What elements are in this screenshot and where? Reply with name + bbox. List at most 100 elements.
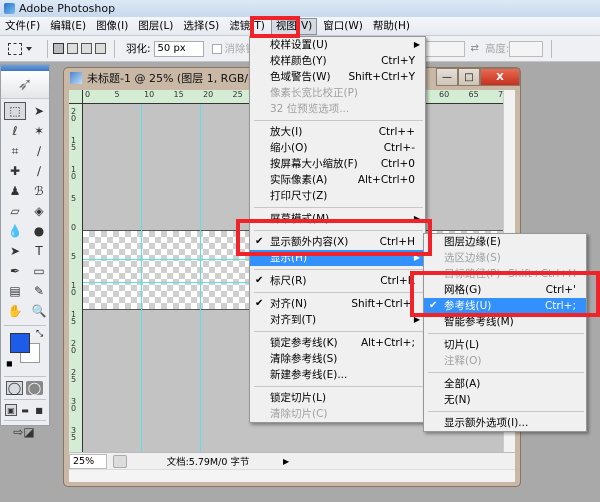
menu-5[interactable]: 滤镜(T): [224, 17, 270, 36]
lasso-icon[interactable]: ℓ: [4, 122, 26, 140]
mask-mode-group: ◯ ◯: [1, 379, 49, 397]
history-brush-icon[interactable]: ℬ: [28, 182, 50, 200]
color-swatches: ⤡ ◼: [4, 329, 46, 373]
marquee-icon[interactable]: ⬚: [4, 102, 26, 120]
menu-item[interactable]: 按屏幕大小缩放(F) Ctrl+0: [250, 156, 425, 172]
add-selection-mode-button[interactable]: [67, 43, 78, 54]
menu-8[interactable]: 帮助(H): [368, 17, 415, 36]
blur-icon[interactable]: 💧: [4, 222, 26, 240]
feather-logo-icon[interactable]: ➶: [1, 71, 49, 99]
menu-item[interactable]: 像素长宽比校正(P): [250, 85, 425, 101]
menu-item[interactable]: 选区边缘(S): [424, 250, 586, 266]
ruler-origin[interactable]: [69, 90, 83, 104]
photoshop-logo-icon: [4, 3, 15, 14]
slice-icon[interactable]: ∕: [28, 142, 50, 160]
menu-item-label: 校样设置(U): [270, 39, 328, 51]
notes-icon[interactable]: ▤: [4, 282, 26, 300]
menu-item[interactable]: 清除参考线(S): [250, 351, 425, 367]
jump-to-imageready-icon[interactable]: ⇨◪: [6, 425, 42, 439]
menu-item[interactable]: 注释(O): [424, 353, 586, 369]
menu-1[interactable]: 编辑(E): [45, 17, 91, 36]
foreground-color-swatch[interactable]: [10, 333, 30, 353]
menu-item[interactable]: 切片(L): [424, 337, 586, 353]
menu-item[interactable]: 屏幕模式(M) ▶: [250, 211, 425, 227]
menu-item[interactable]: 智能参考线(M): [424, 314, 586, 330]
quick-mask-icon[interactable]: ◯: [26, 381, 43, 395]
menu-item[interactable]: 无(N): [424, 392, 586, 408]
height-input[interactable]: [509, 40, 544, 57]
magic-wand-icon[interactable]: ✶: [28, 122, 50, 140]
dodge-icon[interactable]: ●: [28, 222, 50, 240]
shape-icon[interactable]: ▭: [28, 262, 50, 280]
menu-item[interactable]: 显示(H) ▶: [250, 250, 425, 266]
antialias-checkbox[interactable]: [211, 43, 222, 54]
swap-dimensions-icon[interactable]: ⇄: [471, 43, 479, 54]
pen-icon[interactable]: ✒: [4, 262, 26, 280]
menu-item[interactable]: 锁定切片(L): [250, 390, 425, 406]
status-options-icon[interactable]: [113, 454, 127, 468]
maximize-button[interactable]: □: [458, 68, 480, 86]
menu-2[interactable]: 图像(I): [91, 17, 133, 36]
width-input[interactable]: [424, 40, 465, 57]
menu-item[interactable]: 图层边缘(E): [424, 234, 586, 250]
menu-item[interactable]: 新建参考线(E)...: [250, 367, 425, 383]
path-selection-icon[interactable]: ➤: [4, 242, 26, 260]
intersect-selection-mode-button[interactable]: [95, 43, 106, 54]
menu-3[interactable]: 图层(L): [133, 17, 178, 36]
standard-mode-icon[interactable]: ◯: [6, 381, 23, 395]
vertical-ruler[interactable]: 2 0 1 5 1 0 5 0 5 1 0 1 5 2 0 2 5 3 0 3 5: [69, 104, 83, 452]
guide-vertical[interactable]: [200, 104, 201, 452]
healing-brush-icon[interactable]: ✚: [4, 162, 26, 180]
status-menu-arrow-icon[interactable]: ▶: [283, 457, 293, 466]
close-button[interactable]: X: [480, 68, 520, 86]
menu-item[interactable]: 对齐到(T) ▶: [250, 312, 425, 328]
swap-colors-icon[interactable]: ⤡: [36, 329, 43, 339]
menu-item[interactable]: 校样设置(U) ▶: [250, 37, 425, 53]
menu-4[interactable]: 选择(S): [178, 17, 224, 36]
brush-icon[interactable]: ∕: [28, 162, 50, 180]
menu-item[interactable]: 放大(I) Ctrl++: [250, 124, 425, 140]
full-screen-icon[interactable]: ■: [33, 404, 45, 416]
menu-item[interactable]: 全部(A): [424, 376, 586, 392]
menu-item[interactable]: 缩小(O) Ctrl+-: [250, 140, 425, 156]
menu-item-shortcut: Ctrl+;: [544, 300, 576, 312]
minimize-button[interactable]: —: [436, 68, 458, 86]
menu-item[interactable]: 实际像素(A) Alt+Ctrl+0: [250, 172, 425, 188]
hand-icon[interactable]: ✋: [4, 302, 26, 320]
clone-stamp-icon[interactable]: ♟: [4, 182, 26, 200]
default-colors-icon[interactable]: ◼: [6, 359, 13, 368]
menu-item[interactable]: 32 位预览选项...: [250, 101, 425, 117]
chevron-down-icon[interactable]: [26, 46, 32, 51]
paint-bucket-icon[interactable]: ◈: [28, 202, 50, 220]
menu-item[interactable]: ✔ 对齐(N) Shift+Ctrl+;: [250, 296, 425, 312]
guide-vertical[interactable]: [141, 104, 142, 452]
menu-item[interactable]: 校样颜色(Y) Ctrl+Y: [250, 53, 425, 69]
eraser-icon[interactable]: ▱: [4, 202, 26, 220]
move-icon[interactable]: ➤: [28, 102, 50, 120]
menu-item[interactable]: 显示额外选项(I)...: [424, 415, 586, 431]
menu-7[interactable]: 窗口(W): [318, 17, 368, 36]
marquee-preset-icon[interactable]: [8, 42, 22, 55]
full-screen-menu-icon[interactable]: ▬: [19, 404, 31, 416]
type-icon[interactable]: T: [28, 242, 50, 260]
menu-item[interactable]: 色域警告(W) Shift+Ctrl+Y: [250, 69, 425, 85]
menu-item[interactable]: 网格(G) Ctrl+': [424, 282, 586, 298]
zoom-level-field[interactable]: 25%: [69, 453, 107, 469]
menu-0[interactable]: 文件(F): [0, 17, 45, 36]
horizontal-scrollbar[interactable]: [69, 469, 515, 482]
menu-item[interactable]: 锁定参考线(K) Alt+Ctrl+;: [250, 335, 425, 351]
menu-item[interactable]: 目标路径(P) Shift+Ctrl+H: [424, 266, 586, 282]
menu-item[interactable]: 清除切片(C): [250, 406, 425, 422]
feather-input[interactable]: 50 px: [153, 40, 204, 57]
subtract-selection-mode-button[interactable]: [81, 43, 92, 54]
menu-6[interactable]: 视图(V): [270, 17, 318, 35]
menu-item[interactable]: ✔ 参考线(U) Ctrl+;: [424, 298, 586, 314]
menu-item[interactable]: 打印尺寸(Z): [250, 188, 425, 204]
zoom-icon[interactable]: 🔍: [28, 302, 50, 320]
eyedropper-icon[interactable]: ✎: [28, 282, 50, 300]
crop-icon[interactable]: ⌗: [4, 142, 26, 160]
menu-item[interactable]: ✔ 显示额外内容(X) Ctrl+H: [250, 234, 425, 250]
standard-screen-icon[interactable]: ▣: [5, 404, 17, 416]
menu-item[interactable]: ✔ 标尺(R) Ctrl+R: [250, 273, 425, 289]
new-selection-mode-button[interactable]: [53, 43, 64, 54]
